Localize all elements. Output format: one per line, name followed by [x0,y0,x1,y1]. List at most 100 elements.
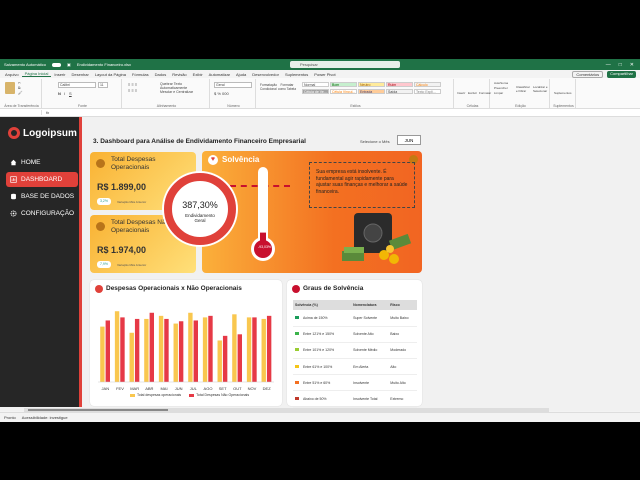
menu-item[interactable]: Exibir [190,72,206,77]
style-neutral[interactable]: Neutro [358,82,385,87]
italic-button[interactable]: I [64,91,65,96]
bar-non-operational [164,318,169,382]
menu-item[interactable]: Desenvolvedor [249,72,282,77]
x-tick-label: MAR [130,386,139,391]
risk-color-swatch [295,332,299,336]
maximize-button[interactable]: □ [619,62,622,68]
menu-item[interactable]: Suplementos [282,72,311,77]
style-good[interactable]: Bom [330,82,357,87]
nav-dashboard[interactable]: DASHBOARD [6,172,78,187]
menu-item[interactable]: Ajuda [233,72,249,77]
menu-item[interactable]: Inserir [51,72,68,77]
style-linked[interactable]: Célula Vincul... [330,89,357,94]
menu-item[interactable]: Automatizar [206,72,233,77]
font-name-select[interactable]: Calibri [58,82,96,88]
bar-non-operational [222,335,228,382]
nav-dashboard-label: DASHBOARD [21,176,63,183]
month-label: Selecione o Mês [360,139,390,144]
formula-input[interactable] [53,110,640,116]
clear-button[interactable]: Limpar [494,91,508,96]
menu-bar: Arquivo Página Inicial Inserir Desenhar Layo… [0,70,640,78]
wrap-text-button[interactable]: Quebrar Texto Automaticamente [160,82,209,90]
find-select-button[interactable]: Localizar e Selecionar [533,85,549,93]
menu-item[interactable]: Revisão [169,72,189,77]
scroll-thumb[interactable] [28,409,168,411]
table-row: Abaixo de 50% Insolvente Total Extremo [293,390,417,408]
style-bad[interactable]: Ruim [386,82,413,87]
solvency-table: Solvência (%) Nomenclatura Risco Acima d… [293,300,417,408]
range-cell: Entre 121% e 150% [293,326,352,343]
x-tick-label: JAN [102,386,110,391]
clipboard-group: ✂ ⧉ 🖌 Área de Transferência [2,79,42,108]
cells-group: Inserir Excluir Formatar Células [456,79,491,108]
font-group: Calibri 11 N I S Fonte [44,79,122,108]
editing-group-label: Edição [515,104,526,108]
bar-non-operational [237,334,242,382]
debt-gauge: 387,30% Endividamento Geral [162,171,238,247]
bar-operational [232,314,237,382]
name-box[interactable] [2,110,42,115]
range-cell: Abaixo de 50% [293,390,352,408]
paste-icon[interactable] [5,82,15,94]
nav-home[interactable]: HOME [6,155,78,170]
nav-database-label: BASE DE DADOS [21,193,75,200]
number-format-select[interactable]: Geral [214,82,252,88]
search-input[interactable]: Pesquisar [290,61,400,68]
merge-center-button[interactable]: Mesclar e Centralizar [160,90,193,94]
risk-color-swatch [295,364,299,368]
style-calc[interactable]: Cálculo [414,82,441,87]
heart-icon: ♥ [208,155,218,165]
x-tick-label: JUL [190,386,198,391]
style-input[interactable]: Entrada [358,89,385,94]
kpi-note: Variação Mês Anterior [117,263,147,267]
menu-item[interactable]: Fórmulas [129,72,152,77]
minimize-button[interactable]: — [606,62,611,68]
alignment-group: Quebrar Texto Automaticamente Mesclar e … [124,79,210,108]
addins-button[interactable]: Suplementos [554,91,572,95]
style-check[interactable]: Célula de Ve... [302,89,329,94]
font-group-label: Fonte [78,104,87,108]
sort-filter-button[interactable]: Classificar e Filtrar [516,85,532,93]
month-select[interactable]: JUN [397,135,421,145]
delete-cells-button[interactable]: Excluir [468,91,477,95]
style-normal[interactable]: Normal [302,82,329,87]
name-cell: Solvente Médio [351,342,389,360]
bar-operational [129,332,134,382]
addins-group-label: Suplementos [553,104,574,108]
menu-item[interactable]: Página Inicial [21,71,52,77]
status-accessibility[interactable]: Acessibilidade: investigue [22,415,68,420]
menu-item[interactable]: Arquivo [2,72,22,77]
name-cell: Super Solvente [351,310,389,327]
insert-cells-button[interactable]: Inserir [457,91,465,95]
align-icons[interactable]: ≡ ≡ ≡ ≡ ≡ ≡ [128,82,137,94]
bar-operational [202,317,208,382]
bar-operational [188,312,193,382]
format-table-button[interactable]: Formatar como Tabela [278,83,296,91]
menu-item[interactable]: Dados [152,72,170,77]
conditional-format-button[interactable]: Formatação Condicional [260,83,277,91]
menu-item[interactable]: Layout da Página [92,72,129,77]
bold-button[interactable]: N [58,91,61,96]
number-group: Geral $ % 000 Número [212,79,256,108]
underline-button[interactable]: S [69,91,72,96]
x-tick-label: MAI [160,386,167,391]
format-cells-button[interactable]: Formatar [479,91,491,95]
nav-settings[interactable]: CONFIGURAÇÃO [6,206,78,221]
menu-item[interactable]: Desenhar [68,72,91,77]
comments-button[interactable]: Comentários [572,70,604,78]
currency-icons[interactable]: $ % 000 [214,91,229,96]
nav-settings-label: CONFIGURAÇÃO [21,210,75,217]
alert-icon [292,285,300,293]
dashboard-icon [10,176,17,183]
close-button[interactable]: ✕ [630,62,634,68]
style-output[interactable]: Saída [386,89,413,94]
save-icon[interactable]: ▣ [67,62,71,67]
share-button[interactable]: Compartilhar [607,70,636,78]
nav-database[interactable]: BASE DE DADOS [6,189,78,204]
bar-non-operational [178,321,184,382]
menu-item[interactable]: Power Pivot [311,72,338,77]
font-size-select[interactable]: 11 [98,82,108,88]
bar-non-operational [266,315,272,382]
autosave-toggle[interactable] [52,62,62,67]
style-explanatory[interactable]: Texto Expli... [414,89,441,94]
